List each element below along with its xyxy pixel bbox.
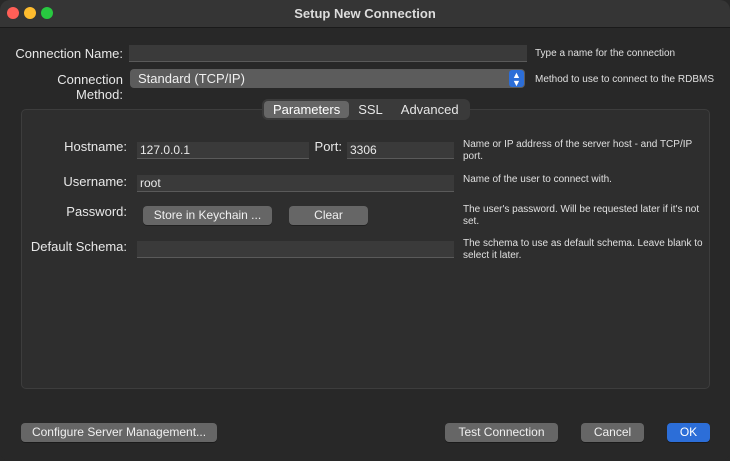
username-label: Username: (63, 174, 127, 189)
configure-server-management-button[interactable]: Configure Server Management... (21, 423, 217, 442)
window-title: Setup New Connection (294, 6, 436, 21)
default-schema-input[interactable] (137, 241, 454, 258)
updown-chevron-icon: ▲ ▼ (509, 70, 524, 88)
title-bar[interactable]: Setup New Connection (0, 0, 730, 28)
connection-name-hint: Type a name for the connection (535, 48, 676, 59)
hostname-hint: Name or IP address of the server host - … (463, 139, 692, 162)
password-label: Password: (66, 204, 127, 219)
cancel-button[interactable]: Cancel (581, 423, 644, 442)
dialog-window: Setup New Connection Connection Name: Ty… (0, 0, 730, 461)
port-input[interactable]: 3306 (347, 142, 454, 159)
tab-advanced[interactable]: Advanced (392, 101, 468, 118)
default-schema-label: Default Schema: (30, 239, 127, 254)
store-in-keychain-button[interactable]: Store in Keychain ... (143, 206, 272, 225)
connection-name-label: Connection Name: (15, 46, 123, 61)
connection-method-select[interactable]: Standard (TCP/IP) ▲ ▼ (130, 69, 525, 88)
connection-method-hint: Method to use to connect to the RDBMS (535, 74, 714, 85)
test-connection-button[interactable]: Test Connection (445, 423, 558, 442)
username-input[interactable]: root (137, 175, 454, 192)
clear-password-button[interactable]: Clear (289, 206, 368, 225)
password-hint: The user's password. Will be requested l… (463, 204, 700, 227)
tab-ssl[interactable]: SSL (349, 101, 392, 118)
username-hint: Name of the user to connect with. (463, 174, 612, 185)
default-schema-hint: The schema to use as default schema. Lea… (463, 238, 703, 261)
hostname-label: Hostname: (64, 139, 127, 154)
connection-name-input[interactable] (129, 45, 527, 62)
hostname-input[interactable]: 127.0.0.1 (137, 142, 309, 159)
connection-method-value: Standard (TCP/IP) (138, 71, 245, 86)
port-label: Port: (314, 139, 342, 154)
ok-button[interactable]: OK (667, 423, 710, 442)
connection-method-label: Connection Method: (57, 72, 123, 102)
tab-bar: Parameters SSL Advanced (262, 99, 470, 120)
tab-parameters[interactable]: Parameters (264, 101, 350, 118)
